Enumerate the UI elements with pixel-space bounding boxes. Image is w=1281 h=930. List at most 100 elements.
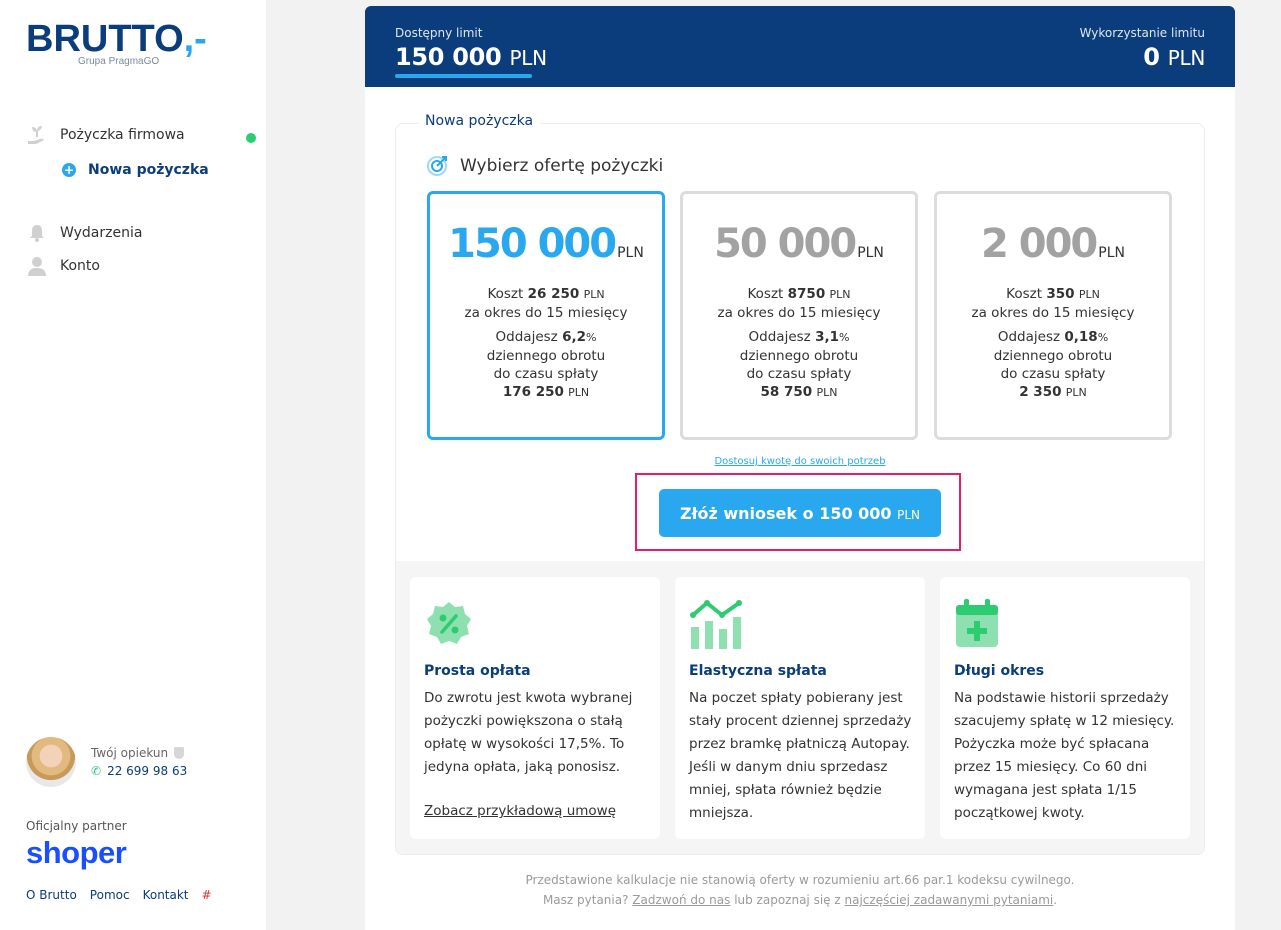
offer-percent: 0,18 [1064, 329, 1098, 345]
offer-card-150000[interactable]: 150 000 PLN Koszt 26 250 PLN za okres do … [427, 191, 665, 440]
customize-amount-link[interactable]: Dostosuj kwotę do swoich potrzeb [396, 456, 1204, 467]
feature-text: Na podstawie historii sprzedaży szacujem… [954, 690, 1175, 821]
partner-label: Oficjalny partner [26, 819, 127, 833]
feature-title: Długi okres [954, 663, 1045, 679]
advisor-phone: 22 699 98 63 [107, 764, 188, 778]
logo-text: BRUTTO [26, 18, 184, 60]
percent-unit: % [838, 331, 850, 344]
offer-cost: 26 250 [527, 286, 580, 302]
shield-icon [174, 747, 185, 759]
offer-line1: dziennego obrotu [739, 348, 859, 364]
available-limit-value: 150 000 [395, 43, 502, 71]
offer-amount: 2 000 [981, 221, 1098, 267]
cost-unit: PLN [829, 288, 851, 301]
nav-item-account[interactable]: Konto [26, 255, 100, 277]
logo-suffix: ,- [183, 18, 207, 60]
cost-unit: PLN [583, 288, 605, 301]
new-loan-panel: Nowa pożyczka Wybierz ofertę pożyczki 15… [395, 113, 1205, 855]
feature-title: Elastyczna spłata [689, 663, 827, 679]
offer-unit: PLN [617, 245, 644, 261]
nav-item-events[interactable]: Wydarzenia [26, 222, 142, 244]
offer-amount: 50 000 [714, 221, 857, 267]
footer-links: O Brutto Pomoc Kontakt # [26, 888, 225, 902]
cost-prefix: Koszt [747, 286, 784, 302]
repay-prefix: Oddajesz [997, 329, 1061, 345]
offer-unit: PLN [857, 245, 884, 261]
cost-unit: PLN [1078, 288, 1100, 301]
disclaimer-line1: Przedstawione kalkulacje nie stanowią of… [525, 873, 1075, 887]
percent-unit: % [1097, 331, 1109, 344]
available-limit-unit: PLN [509, 46, 548, 70]
link-contact[interactable]: Kontakt [143, 888, 189, 902]
choose-offer-title: Wybierz ofertę pożyczki [460, 156, 664, 176]
apply-button-highlight: Złóż wniosek o 150 000 PLN [635, 473, 961, 551]
offer-line2: do czasu spłaty [1000, 366, 1106, 382]
nav-item-new-loan[interactable]: + Nowa pożyczka [62, 162, 209, 178]
total-unit: PLN [568, 386, 590, 399]
nav-item-loan[interactable]: Pożyczka firmowa [26, 124, 185, 146]
link-about[interactable]: O Brutto [26, 888, 77, 902]
feature-card-long-period: Długi okres Na podstawie historii sprzed… [940, 577, 1190, 839]
avatar [26, 737, 76, 787]
usage-limit-label: Wykorzystanie limitu [1079, 26, 1205, 40]
questions-middle: lub zapoznaj się z [734, 893, 841, 907]
logo-subtitle: Grupa PragmaGO [78, 56, 160, 67]
offer-period: za okres do 15 miesięcy [464, 305, 628, 321]
nav-label-events: Wydarzenia [60, 225, 143, 241]
usage-limit-unit: PLN [1167, 46, 1206, 70]
offer-line1: dziennego obrotu [993, 348, 1113, 364]
features-section: Prosta opłata Do zwrotu jest kwota wybra… [396, 561, 1204, 854]
disclaimer: Przedstawione kalkulacje nie stanowią of… [365, 870, 1235, 910]
cost-prefix: Koszt [1006, 286, 1043, 302]
offer-amount: 150 000 [448, 221, 617, 267]
total-unit: PLN [816, 386, 838, 399]
sprout-hand-icon [26, 124, 48, 146]
offer-period: za okres do 15 miesięcy [717, 305, 881, 321]
total-unit: PLN [1065, 386, 1087, 399]
nav-label-account: Konto [60, 258, 100, 274]
apply-button-unit: PLN [897, 507, 921, 522]
offer-percent: 3,1 [815, 329, 839, 345]
plus-circle-icon: + [62, 163, 76, 177]
feature-text: Na poczet spłaty pobierany jest stały pr… [689, 690, 912, 821]
bell-icon [26, 222, 48, 244]
call-us-link[interactable]: Zadzwoń do nas [632, 893, 730, 907]
offer-total: 2 350 [1019, 384, 1062, 400]
limit-header: Dostępny limit 150 000 PLN Wykorzystanie… [365, 6, 1235, 87]
advisor-phone-link[interactable]: ✆ 22 699 98 63 [91, 764, 187, 778]
offer-line2: do czasu spłaty [493, 366, 599, 382]
sample-contract-link[interactable]: Zobacz przykładową umowę [424, 803, 616, 819]
link-hash[interactable]: # [202, 888, 212, 902]
offer-card-50000[interactable]: 50 000 PLN Koszt 8750 PLN za okres do 15 … [680, 191, 918, 440]
brutto-logo[interactable]: BRUTTO,- Grupa PragmaGO [26, 18, 207, 72]
percent-unit: % [585, 331, 597, 344]
advisor-card: Twój opiekun ✆ 22 699 98 63 [26, 737, 187, 787]
offer-line1: dziennego obrotu [486, 348, 606, 364]
offer-line2: do czasu spłaty [746, 366, 852, 382]
available-limit-label: Dostępny limit [395, 26, 483, 40]
questions-prefix: Masz pytania? [542, 893, 629, 907]
panel-title: Nowa pożyczka [418, 113, 541, 129]
offer-percent: 6,2 [562, 329, 586, 345]
offer-period: za okres do 15 miesięcy [971, 305, 1135, 321]
offer-cost: 350 [1046, 286, 1075, 302]
apply-loan-button[interactable]: Złóż wniosek o 150 000 PLN [659, 489, 941, 537]
offer-total: 58 750 [760, 384, 813, 400]
repay-prefix: Oddajesz [748, 329, 811, 345]
offer-card-2000[interactable]: 2 000 PLN Koszt 350 PLN za okres do 15 mi… [934, 191, 1172, 440]
cost-prefix: Koszt [487, 286, 524, 302]
main-content: Dostępny limit 150 000 PLN Wykorzystanie… [365, 6, 1235, 930]
percent-badge-icon [424, 599, 474, 649]
shoper-logo[interactable]: shoper [26, 835, 127, 871]
repay-prefix: Oddajesz [495, 329, 558, 345]
faq-link[interactable]: najczęściej zadawanymi pytaniami [845, 893, 1054, 907]
offer-unit: PLN [1098, 245, 1125, 261]
user-icon [26, 255, 48, 277]
choose-offer-heading: Wybierz ofertę pożyczki [426, 155, 663, 177]
feature-card-simple-fee: Prosta opłata Do zwrotu jest kwota wybra… [410, 577, 660, 839]
feature-title: Prosta opłata [424, 663, 531, 679]
calendar-plus-icon [954, 599, 1004, 649]
apply-button-label: Złóż wniosek o 150 000 [679, 503, 892, 523]
active-tab-indicator [395, 74, 532, 78]
link-help[interactable]: Pomoc [90, 888, 130, 902]
